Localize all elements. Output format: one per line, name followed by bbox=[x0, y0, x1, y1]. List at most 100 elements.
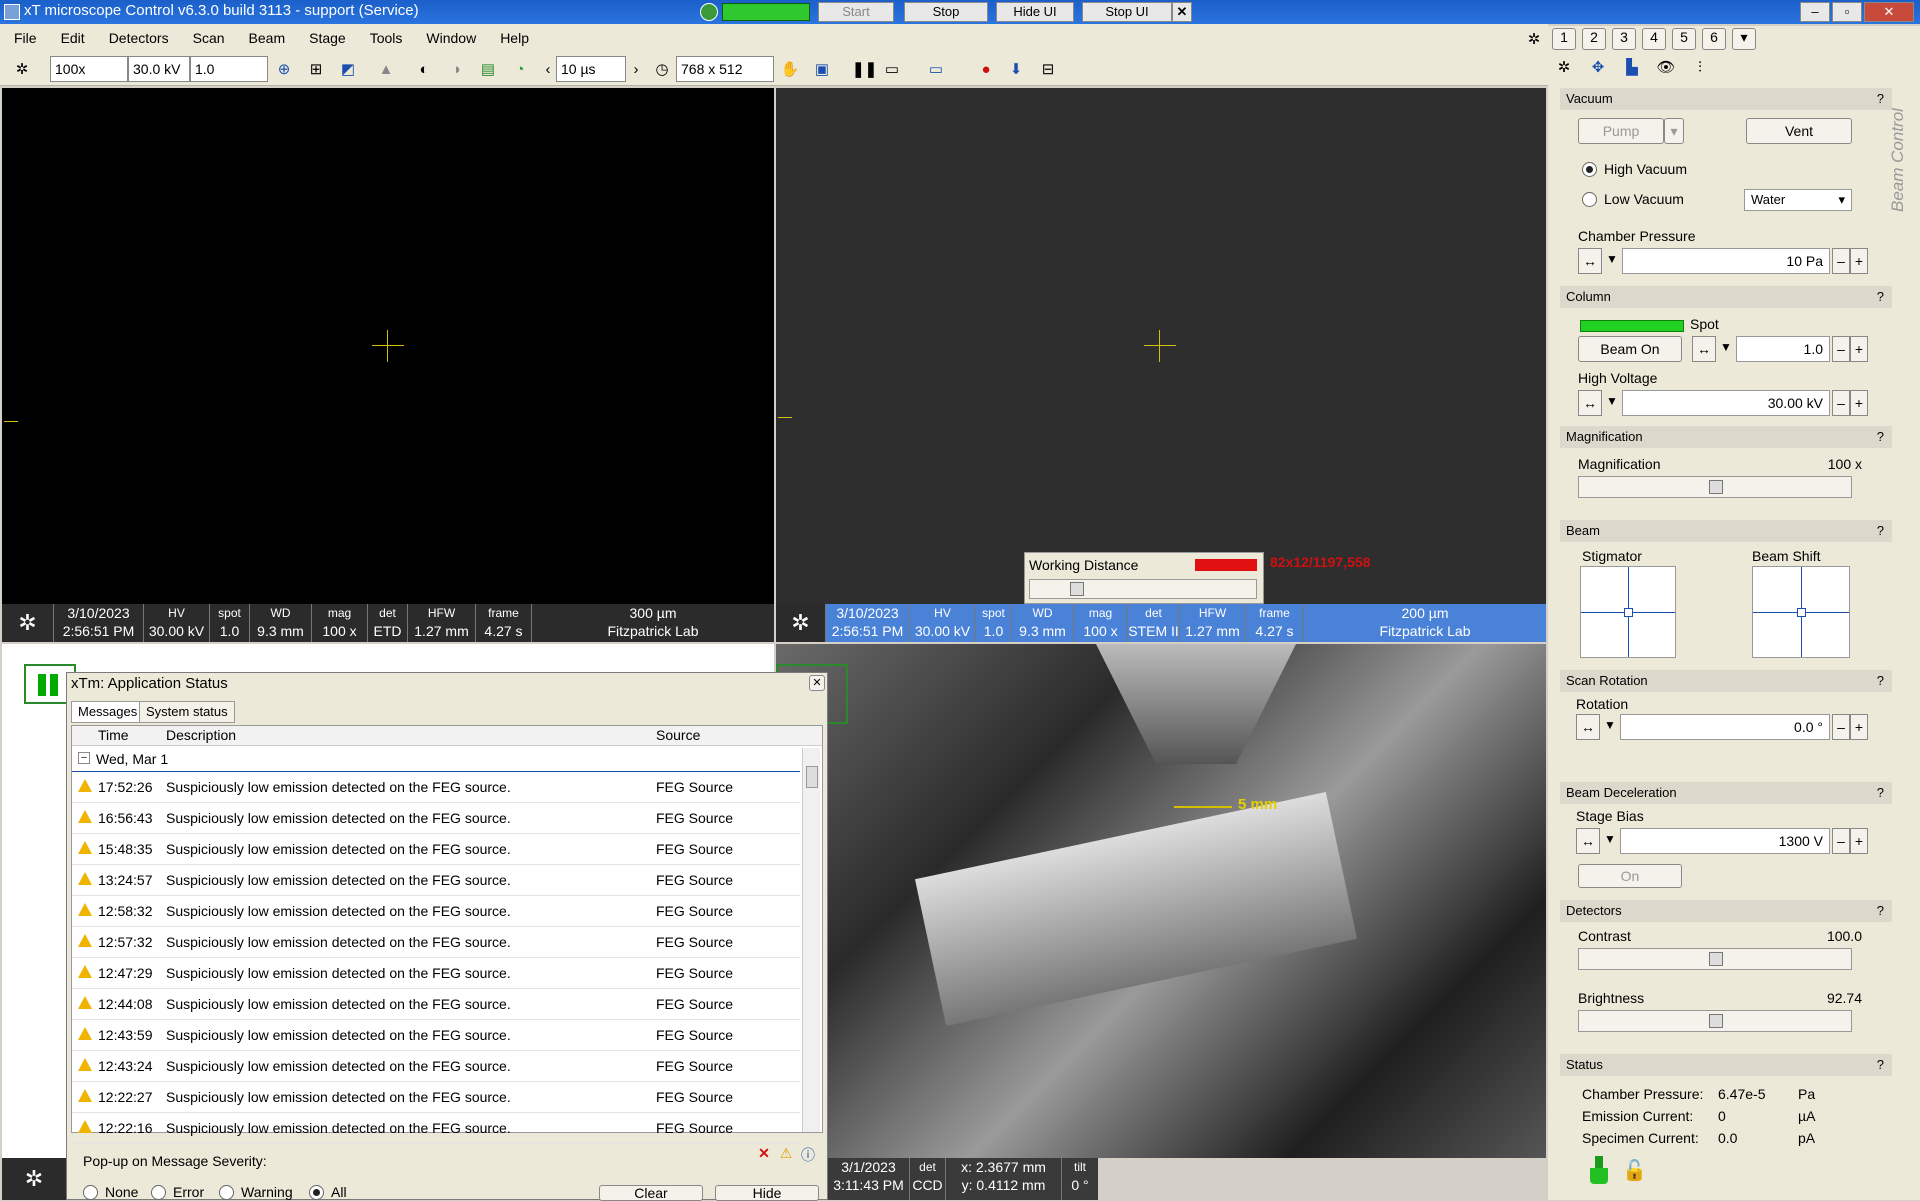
lock-icon[interactable]: 🔓 bbox=[1622, 1158, 1647, 1183]
high-vacuum-radio[interactable] bbox=[1582, 162, 1597, 177]
quad-tab-3[interactable]: 3 bbox=[1612, 28, 1636, 50]
table-row[interactable]: 12:57:32 Suspiciously low emission detect… bbox=[72, 927, 800, 958]
rotation-field[interactable]: 0.0 ° bbox=[1620, 714, 1830, 740]
bias-increment[interactable]: + bbox=[1850, 828, 1868, 854]
menu-tools[interactable]: Tools bbox=[356, 24, 413, 52]
stop-ui-button[interactable]: Stop UI bbox=[1082, 2, 1172, 22]
quad-tab-dropdown[interactable]: ▾ bbox=[1732, 28, 1756, 50]
pump-button[interactable]: Pump bbox=[1578, 118, 1664, 144]
clear-icon[interactable]: ✕ bbox=[755, 1145, 773, 1163]
clock-icon[interactable]: ◷ bbox=[652, 60, 672, 80]
brightness-icon[interactable]: ◑ bbox=[446, 60, 466, 80]
magnification-input[interactable]: 100x bbox=[50, 56, 128, 82]
bias-on-button[interactable]: On bbox=[1578, 864, 1682, 888]
processing-icon[interactable]: ▙ bbox=[1622, 58, 1642, 78]
bias-link-icon[interactable]: ↔ bbox=[1576, 828, 1600, 854]
beam-icon[interactable]: ✲ bbox=[1554, 58, 1574, 78]
quad-tab-2[interactable]: 2 bbox=[1582, 28, 1606, 50]
menu-help[interactable]: Help bbox=[486, 24, 539, 52]
image-icon[interactable]: ▤ bbox=[478, 60, 498, 80]
menu-window[interactable]: Window bbox=[412, 24, 486, 52]
camera-icon[interactable]: ▣ bbox=[812, 60, 832, 80]
table-row[interactable]: 16:56:43 Suspiciously low emission detect… bbox=[72, 803, 800, 834]
severity-all-radio[interactable] bbox=[309, 1185, 324, 1200]
hv-input[interactable]: 30.0 kV bbox=[128, 56, 190, 82]
spot-link-icon[interactable]: ↔ bbox=[1692, 336, 1716, 362]
image-pane-1[interactable] bbox=[2, 88, 774, 604]
tuning-icon[interactable]: ⫶ bbox=[1690, 58, 1710, 78]
wd-slider[interactable] bbox=[1029, 579, 1257, 599]
bias-decrement[interactable]: – bbox=[1832, 828, 1850, 854]
maximize-icon[interactable]: ▫ bbox=[1832, 2, 1862, 22]
table-row[interactable]: 12:58:32 Suspiciously low emission detect… bbox=[72, 896, 800, 927]
beam-icon[interactable]: ✲ bbox=[12, 60, 32, 80]
table-row[interactable]: 12:22:27 Suspiciously low emission detect… bbox=[72, 1082, 800, 1113]
quad-tab-5[interactable]: 5 bbox=[1672, 28, 1696, 50]
arrow-left-icon[interactable]: ‹ bbox=[538, 60, 558, 80]
stage-icon[interactable]: ▲ bbox=[376, 60, 396, 80]
bias-dropdown-icon[interactable]: ▼ bbox=[1604, 832, 1616, 846]
window-close-icon[interactable]: ✕ bbox=[1864, 2, 1914, 22]
snapshot-icon[interactable]: ▭ bbox=[882, 60, 902, 80]
group-row[interactable]: – Wed, Mar 1 bbox=[72, 748, 800, 772]
table-row[interactable]: 13:24:57 Suspiciously low emission detect… bbox=[72, 865, 800, 896]
reduced-area-icon[interactable]: ◩ bbox=[338, 60, 358, 80]
hide-ui-button[interactable]: Hide UI bbox=[996, 2, 1074, 22]
hv-field[interactable]: 30.00 kV bbox=[1622, 390, 1830, 416]
menu-edit[interactable]: Edit bbox=[47, 24, 95, 52]
col-description[interactable]: Description bbox=[166, 727, 236, 743]
hv-increment[interactable]: + bbox=[1850, 390, 1868, 416]
crosshair-icon[interactable]: ⊕ bbox=[274, 60, 294, 80]
quad-settings-icon[interactable]: ✲ bbox=[1524, 30, 1544, 50]
spot-field[interactable]: 1.0 bbox=[1736, 336, 1830, 362]
record-icon[interactable]: ● bbox=[976, 60, 996, 80]
chamber-pressure-field[interactable]: 10 Pa bbox=[1622, 248, 1830, 274]
tab-system-status[interactable]: System status bbox=[139, 701, 235, 723]
table-row[interactable]: 12:44:08 Suspiciously low emission detect… bbox=[72, 989, 800, 1020]
frame-icon[interactable]: ▭ bbox=[926, 60, 946, 80]
navigation-icon[interactable]: ✥ bbox=[1588, 58, 1608, 78]
menu-file[interactable]: File bbox=[0, 24, 47, 52]
pump-dropdown[interactable]: ▾ bbox=[1664, 118, 1684, 144]
menu-beam[interactable]: Beam bbox=[235, 24, 296, 52]
vent-button[interactable]: Vent bbox=[1746, 118, 1852, 144]
image-pane-4[interactable]: 5 mm bbox=[776, 644, 1546, 1158]
table-row[interactable]: 15:48:35 Suspiciously low emission detect… bbox=[72, 834, 800, 865]
quad-icon[interactable]: ⊞ bbox=[306, 60, 326, 80]
dwell-input[interactable]: 10 µs bbox=[556, 56, 626, 82]
start-button[interactable]: Start bbox=[818, 2, 894, 22]
pressure-decrement[interactable]: – bbox=[1832, 248, 1850, 274]
hv-dropdown-icon[interactable]: ▼ bbox=[1606, 394, 1618, 408]
minimize-icon[interactable]: – bbox=[1800, 2, 1830, 22]
stigmator-pad[interactable] bbox=[1580, 566, 1676, 658]
collapse-icon[interactable]: – bbox=[78, 752, 90, 764]
table-row[interactable]: 17:52:26 Suspiciously low emission detect… bbox=[72, 772, 800, 803]
scrollbar[interactable] bbox=[802, 748, 820, 1132]
quad-tab-1[interactable]: 1 bbox=[1552, 28, 1576, 50]
spot-dropdown-icon[interactable]: ▼ bbox=[1720, 340, 1732, 354]
hv-link-icon[interactable]: ↔ bbox=[1578, 390, 1602, 416]
pressure-increment[interactable]: + bbox=[1850, 248, 1868, 274]
pause-icon[interactable]: ❚❚ bbox=[852, 60, 877, 80]
menu-scan[interactable]: Scan bbox=[179, 24, 235, 52]
dialog-close-icon[interactable]: ✕ bbox=[809, 675, 825, 691]
magnification-slider[interactable] bbox=[1578, 476, 1852, 498]
stop-button[interactable]: Stop bbox=[904, 2, 988, 22]
table-row[interactable]: 12:43:59 Suspiciously low emission detect… bbox=[72, 1020, 800, 1051]
table-row[interactable]: 12:47:29 Suspiciously low emission detect… bbox=[72, 958, 800, 989]
col-source[interactable]: Source bbox=[656, 727, 700, 743]
gas-select[interactable]: Water ▾ bbox=[1744, 189, 1852, 211]
warning-icon[interactable]: ⚠ bbox=[777, 1145, 795, 1163]
beam-shift-pad[interactable] bbox=[1752, 566, 1850, 658]
spot-increment[interactable]: + bbox=[1850, 336, 1868, 362]
arrow-right-icon[interactable]: › bbox=[626, 60, 646, 80]
contrast-icon[interactable]: ◐ bbox=[414, 60, 434, 80]
image-pane-2[interactable]: Working Distance 82x12/1197,558 bbox=[776, 88, 1546, 604]
col-time[interactable]: Time bbox=[98, 727, 129, 743]
close-icon[interactable]: ✕ bbox=[1172, 2, 1192, 22]
pie-icon[interactable]: ◔ bbox=[510, 60, 530, 80]
quad-tab-4[interactable]: 4 bbox=[1642, 28, 1666, 50]
rotation-increment[interactable]: + bbox=[1850, 714, 1868, 740]
resolution-input[interactable]: 768 x 512 bbox=[676, 56, 774, 82]
spot-decrement[interactable]: – bbox=[1832, 336, 1850, 362]
